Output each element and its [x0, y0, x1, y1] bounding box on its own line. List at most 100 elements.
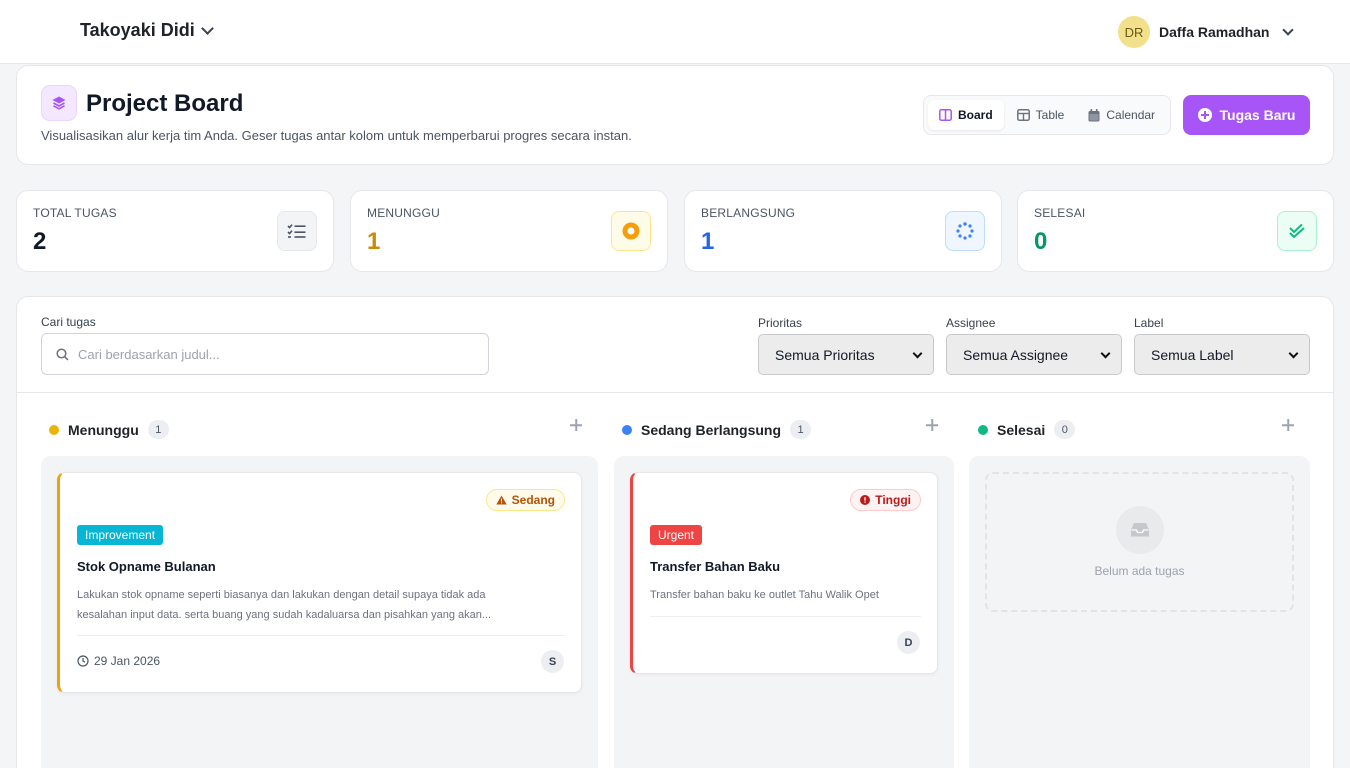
spinner-icon [945, 211, 985, 251]
task-label: Urgent [650, 525, 703, 545]
layers-icon [41, 85, 77, 121]
chevron-down-icon [1282, 23, 1295, 36]
search-label: Cari tugas [41, 315, 96, 329]
column-header-done: Selesai 0 [978, 420, 1076, 439]
priority-text: Tinggi [875, 493, 911, 507]
task-label: Improvement [77, 525, 164, 545]
assignee-avatar: D [897, 631, 920, 654]
stat-value: 1 [701, 228, 715, 255]
column-title: Menunggu [68, 421, 139, 438]
divider [77, 635, 566, 636]
new-task-button[interactable]: Tugas Baru [1183, 95, 1310, 135]
exclamation-circle-icon [860, 495, 871, 505]
user-menu[interactable]: DR Daffa Ramadhan [1118, 16, 1295, 48]
page-header: Project Board Visualisasikan alur kerja … [16, 65, 1334, 165]
view-calendar-button[interactable]: Calendar [1077, 100, 1166, 130]
add-task-in-progress-button[interactable] [925, 418, 939, 432]
task-title: Transfer Bahan Baku [650, 559, 781, 574]
priority-badge: Sedang [485, 489, 565, 511]
view-calendar-label: Calendar [1106, 108, 1156, 122]
priority-badge: Tinggi [850, 489, 921, 511]
stat-done: SELESAI 0 [1017, 190, 1334, 272]
task-description: Lakukan stok opname seperti biasanya dan… [77, 585, 491, 625]
tag-filter-label: Label [1134, 316, 1164, 330]
column-header-in-progress: Sedang Berlangsung 1 [622, 420, 812, 439]
stat-in-progress: BERLANGSUNG 1 [684, 190, 1002, 272]
stat-label: SELESAI [1034, 206, 1086, 220]
divider [650, 616, 921, 617]
record-circle-icon [611, 211, 651, 251]
inbox-icon [1116, 506, 1164, 554]
tag-select[interactable]: Semua Label [1134, 334, 1310, 375]
store-name: Takoyaki Didi [80, 20, 195, 40]
chevron-down-icon [1100, 348, 1111, 359]
stat-label: BERLANGSUNG [701, 206, 796, 220]
chevron-down-icon [1288, 348, 1299, 359]
assignee-select[interactable]: Semua Assignee [946, 334, 1122, 375]
task-description-line: Lakukan stok opname seperti biasanya dan… [77, 589, 486, 601]
table-icon [1016, 109, 1030, 121]
priority-select[interactable]: Semua Prioritas [758, 334, 934, 375]
task-title: Stok Opname Bulanan [77, 559, 216, 574]
stat-waiting: MENUNGGU 1 [350, 190, 668, 272]
priority-text: Sedang [511, 493, 555, 507]
view-switcher: Board Table Calendar [923, 95, 1171, 135]
assignee-select-value: Semua Assignee [963, 346, 1069, 363]
search-icon [56, 348, 69, 361]
stat-total-tasks: TOTAL TUGAS 2 [16, 190, 334, 272]
column-title: Sedang Berlangsung [641, 421, 782, 438]
task-card[interactable]: Tinggi Urgent Transfer Bahan Baku Transf… [630, 472, 938, 674]
divider [17, 392, 1333, 393]
stat-value: 0 [1034, 228, 1048, 255]
search-field [41, 333, 489, 375]
assignee-avatar: S [541, 650, 564, 673]
store-selector[interactable]: Takoyaki Didi [80, 20, 214, 41]
view-board-label: Board [958, 108, 993, 122]
assignee-filter-label: Assignee [946, 316, 996, 330]
page-title: Project Board [86, 90, 244, 117]
task-description: Transfer bahan baku ke outlet Tahu Walik… [650, 585, 879, 605]
tag-select-value: Semua Label [1151, 346, 1234, 363]
view-table-label: Table [1035, 108, 1065, 122]
view-table-button[interactable]: Table [1006, 100, 1076, 130]
warning-icon [495, 495, 507, 505]
add-task-done-button[interactable] [1281, 418, 1295, 432]
status-dot [622, 424, 632, 435]
column-count: 1 [147, 420, 169, 439]
chevron-down-icon [912, 348, 923, 359]
board-icon [939, 109, 952, 121]
task-description-line: kesalahan input data. serta buang yang s… [77, 609, 492, 621]
top-bar: Takoyaki Didi DR Daffa Ramadhan [0, 0, 1350, 64]
task-description-line: Transfer bahan baku ke outlet Tahu Walik… [650, 589, 879, 601]
priority-filter-label: Prioritas [758, 316, 803, 330]
user-name: Daffa Ramadhan [1159, 24, 1270, 40]
empty-column-placeholder: Belum ada tugas [985, 472, 1294, 612]
clock-icon [77, 655, 89, 667]
list-check-icon [277, 211, 317, 251]
status-dot [49, 424, 59, 435]
due-date: 29 Jan 2026 [77, 654, 160, 668]
stat-value: 2 [33, 228, 47, 255]
calendar-icon [1088, 108, 1100, 121]
plus-circle-icon [1197, 108, 1212, 122]
stat-label: MENUNGGU [367, 206, 440, 220]
new-task-label: Tugas Baru [1219, 107, 1296, 123]
add-task-waiting-button[interactable] [569, 418, 583, 432]
search-input[interactable] [78, 334, 478, 374]
page-subtitle: Visualisasikan alur kerja tim Anda. Gese… [41, 128, 632, 143]
priority-select-value: Semua Prioritas [775, 346, 875, 363]
task-card[interactable]: Sedang Improvement Stok Opname Bulanan L… [57, 472, 582, 693]
check-double-icon [1277, 211, 1317, 251]
chevron-down-icon [200, 21, 214, 35]
empty-text: Belum ada tugas [1094, 564, 1185, 578]
due-date-text: 29 Jan 2026 [94, 654, 161, 668]
column-count: 0 [1054, 420, 1076, 439]
stat-value: 1 [367, 228, 381, 255]
stat-label: TOTAL TUGAS [33, 206, 117, 220]
avatar: DR [1118, 16, 1150, 48]
column-header-waiting: Menunggu 1 [49, 420, 169, 439]
column-title: Selesai [997, 421, 1046, 438]
view-board-button[interactable]: Board [928, 100, 1004, 130]
status-dot [978, 424, 988, 435]
column-count: 1 [790, 420, 812, 439]
